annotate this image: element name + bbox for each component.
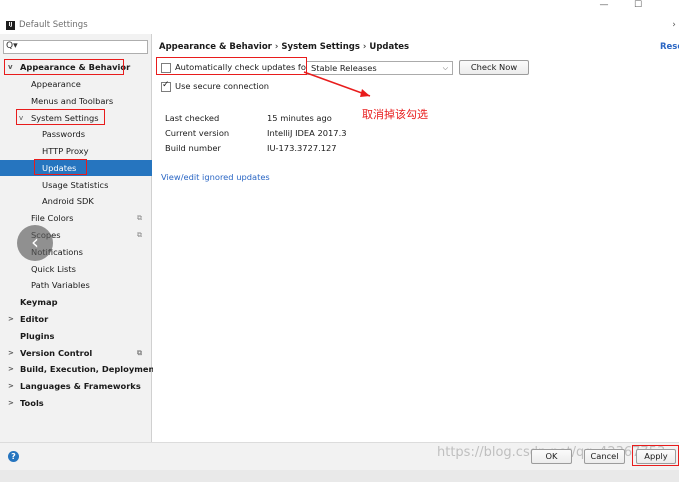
build-number-value: IU-173.3727.127: [267, 143, 337, 153]
tree-item-tools[interactable]: > Tools: [0, 395, 152, 411]
tree-item-version-control[interactable]: > Version Control ⧉: [0, 345, 152, 361]
check-now-button[interactable]: Check Now: [459, 60, 529, 75]
last-checked-label: Last checked: [165, 113, 220, 123]
ok-label: OK: [545, 451, 558, 461]
secure-connection-label[interactable]: Use secure connection: [175, 81, 269, 91]
breadcrumb-item: Updates: [369, 42, 410, 52]
tree-item-file-colors[interactable]: File Colors ⧉: [0, 210, 152, 226]
tree-item-label: Version Control: [20, 348, 93, 358]
search-icon: Q▾: [6, 41, 18, 51]
breadcrumb-separator: ›: [362, 42, 367, 52]
help-icon[interactable]: ?: [8, 451, 19, 462]
updates-settings-panel: Appearance & Behavior › System Settings › Up…: [153, 34, 679, 442]
tree-item-label: Tools: [20, 398, 44, 408]
intellij-app-icon: IJ: [6, 21, 15, 30]
annotation-arrow-icon: [303, 71, 371, 97]
tree-item-quick-lists[interactable]: Quick Lists: [0, 261, 152, 277]
tree-item-passwords[interactable]: Passwords: [0, 126, 152, 142]
window-titlebar: IJ Default Settings — ☐ ›: [0, 0, 679, 34]
current-version-value: IntelliJ IDEA 2017.3: [267, 128, 347, 138]
breadcrumb: Appearance & Behavior › System Settings › Up…: [159, 42, 409, 52]
tree-item-label: File Colors: [31, 213, 74, 223]
build-number-label: Build number: [165, 143, 221, 153]
tree-item-usage-statistics[interactable]: Usage Statistics: [0, 177, 152, 193]
annotation-text: 取消掉该勾选: [362, 108, 428, 121]
reset-link[interactable]: Rese: [660, 42, 679, 52]
tree-item-keymap[interactable]: Keymap: [0, 294, 152, 310]
breadcrumb-item: System Settings: [281, 42, 360, 52]
expand-arrow-icon[interactable]: >: [8, 361, 14, 377]
tree-item-plugins[interactable]: Plugins: [0, 328, 152, 344]
tree-item-label: Path Variables: [31, 280, 90, 290]
expand-arrow-icon[interactable]: >: [8, 311, 14, 327]
annotation-highlight-box: [156, 57, 307, 75]
tree-item-appearance[interactable]: Appearance: [0, 76, 152, 92]
tree-item-path-variables[interactable]: Path Variables: [0, 277, 152, 293]
tree-item-menus-toolbars[interactable]: Menus and Toolbars: [0, 93, 152, 109]
tree-item-label: Quick Lists: [31, 264, 76, 274]
expand-arrow-icon[interactable]: >: [8, 378, 14, 394]
tree-item-label: Editor: [20, 314, 49, 324]
tree-item-editor[interactable]: > Editor: [0, 311, 152, 327]
settings-search-input[interactable]: [18, 42, 144, 53]
current-version-label: Current version: [165, 128, 230, 138]
check-now-label: Check Now: [470, 62, 518, 72]
ok-button[interactable]: OK: [531, 449, 572, 464]
minimize-button[interactable]: —: [596, 0, 612, 12]
expand-arrow-icon[interactable]: >: [8, 395, 14, 411]
cancel-button[interactable]: Cancel: [584, 449, 625, 464]
tree-item-label: Usage Statistics: [42, 180, 109, 190]
project-scope-icon: ⧉: [137, 214, 142, 222]
breadcrumb-separator: ›: [274, 42, 279, 52]
tree-item-label: Build, Execution, Deployment: [20, 364, 159, 374]
cancel-label: Cancel: [590, 451, 619, 461]
breadcrumb-item: Appearance & Behavior: [159, 42, 272, 52]
tree-item-android-sdk[interactable]: Android SDK: [0, 193, 152, 209]
tree-item-http-proxy[interactable]: HTTP Proxy: [0, 143, 152, 159]
tree-item-label: Android SDK: [42, 196, 94, 206]
tree-item-build-execution-deployment[interactable]: > Build, Execution, Deployment: [0, 361, 158, 377]
window-title: Default Settings: [19, 20, 88, 30]
secure-connection-checkbox[interactable]: [161, 80, 171, 92]
project-scope-icon: ⧉: [137, 231, 142, 239]
tree-item-label: HTTP Proxy: [42, 146, 89, 156]
project-scope-icon: ⧉: [137, 349, 142, 357]
tree-item-label: Plugins: [20, 331, 55, 341]
annotation-highlight-box: [4, 59, 124, 75]
tree-item-label: Appearance: [31, 79, 81, 89]
back-arrow-overlay-icon[interactable]: ‹: [17, 225, 53, 261]
last-checked-value: 15 minutes ago: [267, 113, 332, 123]
tree-item-label: Passwords: [42, 129, 86, 139]
tree-item-label: Menus and Toolbars: [31, 96, 114, 106]
tree-item-label: Languages & Frameworks: [20, 381, 141, 391]
chevron-down-icon: ⌵: [442, 64, 448, 72]
bottom-strip: [0, 470, 679, 482]
annotation-highlight-box: [16, 109, 105, 125]
settings-search-box[interactable]: Q▾: [3, 40, 148, 54]
maximize-button[interactable]: ☐: [630, 0, 646, 12]
view-ignored-updates-link[interactable]: View/edit ignored updates: [161, 172, 270, 182]
expand-arrow-icon[interactable]: >: [8, 345, 14, 361]
annotation-highlight-box: [632, 445, 679, 466]
tree-item-label: Keymap: [20, 297, 58, 307]
close-button[interactable]: ›: [666, 20, 679, 32]
tree-item-languages-frameworks[interactable]: > Languages & Frameworks: [0, 378, 152, 394]
annotation-highlight-box: [34, 159, 87, 175]
